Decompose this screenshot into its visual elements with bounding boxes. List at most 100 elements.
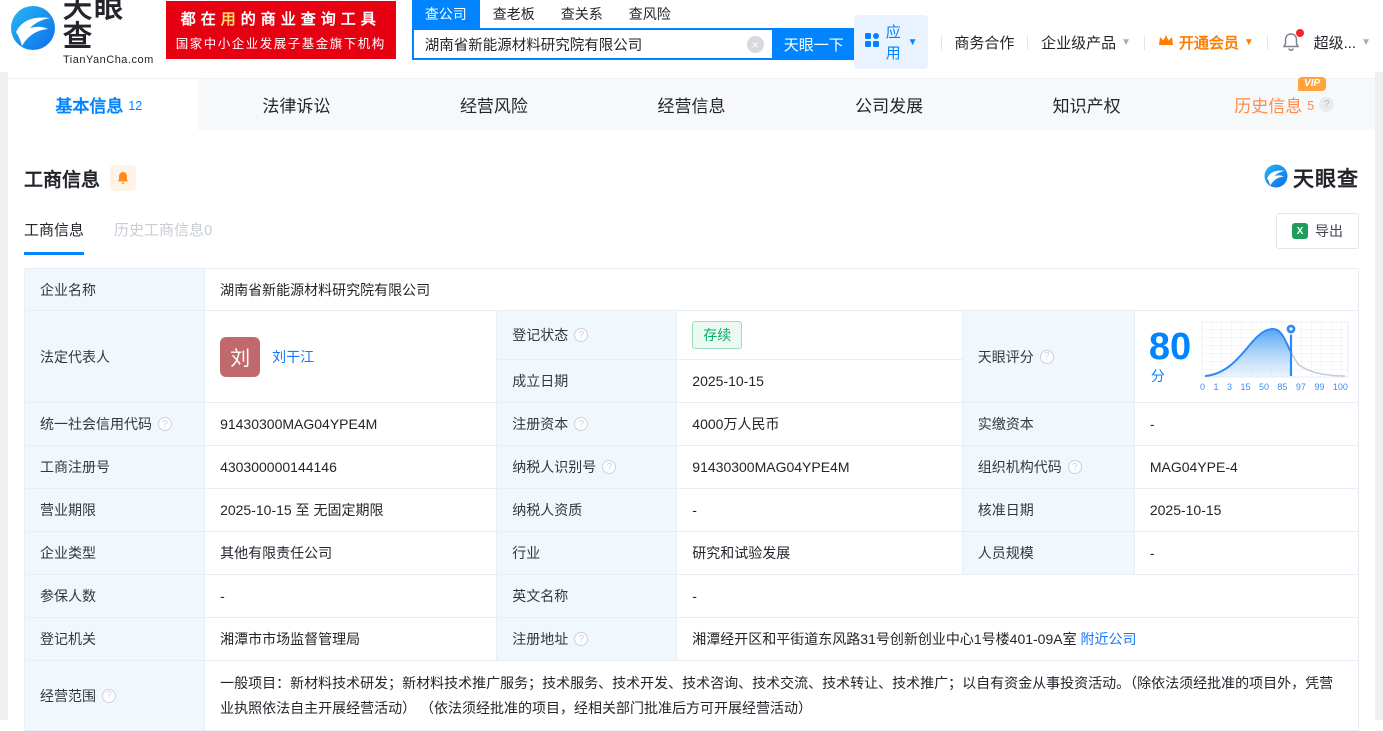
field-label: 核准日期: [961, 488, 1135, 532]
field-label: 行业: [496, 531, 678, 575]
table-row: 工商注册号 430300000144146 纳税人识别号 91430300MAG…: [23, 445, 1360, 489]
tab-company-development[interactable]: 公司发展: [790, 79, 988, 130]
industry-value: 研究和试验发展: [676, 531, 963, 575]
help-icon[interactable]: [158, 417, 172, 431]
subtab-business-info[interactable]: 工商信息: [24, 219, 85, 255]
reg-address-value: 湘潭经开区和平街道东风路31号创新创业中心1号楼401-09A室: [692, 631, 1077, 647]
table-row: 企业类型 其他有限责任公司 行业 研究和试验发展 人员规模 -: [23, 531, 1360, 575]
field-label: 企业类型: [23, 531, 206, 575]
nav-cooperation[interactable]: 商务合作: [954, 32, 1014, 53]
monitor-bell-icon[interactable]: [110, 165, 137, 191]
help-icon[interactable]: [602, 460, 617, 474]
search-tab-relation[interactable]: 查关系: [548, 0, 616, 28]
field-label: 企业名称: [23, 268, 206, 311]
field-label: 营业期限: [23, 488, 206, 532]
field-label: 工商注册号: [23, 445, 206, 489]
brand-domain: TianYanCha.com: [63, 54, 154, 66]
help-icon[interactable]: [1319, 97, 1335, 112]
nearby-companies-link[interactable]: 附近公司: [1080, 631, 1136, 647]
field-label: 注册资本: [496, 402, 678, 446]
tab-operating-risk[interactable]: 经营风险: [395, 79, 593, 130]
export-button[interactable]: 导出: [1276, 213, 1359, 249]
search-tab-boss[interactable]: 查老板: [480, 0, 548, 28]
table-row: 参保人数 - 英文名称 -: [23, 574, 1359, 618]
search-tab-company[interactable]: 查公司: [411, 0, 480, 28]
divider: [940, 34, 942, 50]
score-value: 80: [1148, 325, 1192, 368]
slogan-banner[interactable]: 都在用的商业查询工具 国家中小企业发展子基金旗下机构: [165, 1, 396, 59]
staff-size-value: -: [1133, 531, 1360, 575]
search-tab-risk[interactable]: 查风险: [616, 0, 684, 28]
status-badge: 存续: [692, 321, 743, 349]
top-header: 天眼查 TianYanCha.com 都在用的商业查询工具 国家中小企业发展子基…: [0, 0, 1383, 69]
field-label: 法定代表人: [23, 310, 206, 403]
excel-icon: [1292, 223, 1308, 239]
chevron-down-icon: [1244, 37, 1254, 48]
slogan-line2: 国家中小企业发展子基金旗下机构: [175, 37, 386, 51]
help-icon[interactable]: [102, 688, 116, 703]
field-label: 注册地址: [496, 617, 678, 661]
field-label: 统一社会信用代码: [23, 402, 206, 446]
reg-capital-value: 4000万人民币: [676, 402, 963, 446]
help-icon[interactable]: [1067, 460, 1082, 474]
field-label: 参保人数: [23, 574, 206, 618]
help-icon[interactable]: [1039, 349, 1054, 364]
score-axis-labels: 0 1 3 15 50 85 97 99 100: [1200, 382, 1348, 392]
section-watermark-logo: 天眼查: [1264, 163, 1359, 193]
divider: [1266, 34, 1268, 50]
search-input[interactable]: [411, 28, 774, 60]
tab-basic-info[interactable]: 基本信息 12: [0, 79, 198, 130]
notification-bell-icon[interactable]: [1281, 29, 1304, 52]
company-name-value: 湖南省新能源材料研究院有限公司: [204, 268, 1359, 311]
help-icon[interactable]: [574, 328, 589, 342]
company-type-value: 其他有限责任公司: [204, 531, 498, 575]
vip-badge: VIP: [1298, 77, 1327, 91]
field-label: 组织机构代码: [961, 445, 1135, 489]
score-unit: 分: [1150, 367, 1165, 384]
legal-rep-link[interactable]: 刘干江: [272, 347, 314, 367]
chevron-down-icon: [1121, 37, 1131, 48]
table-row: 企业名称 湖南省新能源材料研究院有限公司: [23, 268, 1359, 311]
tab-legal-proceedings[interactable]: 法律诉讼: [198, 79, 396, 130]
field-label: 人员规模: [961, 531, 1135, 575]
subtab-history-business-info[interactable]: 历史工商信息0: [114, 219, 212, 255]
nav-enterprise[interactable]: 企业级产品: [1041, 32, 1131, 53]
business-scope-value: 一般项目：新材料技术研发；新材料技术推广服务；技术服务、技术开发、技术咨询、技术…: [204, 660, 1359, 731]
tianyancha-logo[interactable]: 天眼查 TianYanCha.com: [10, 0, 154, 66]
search-button[interactable]: 天眼一下: [773, 28, 854, 60]
field-label: 天眼评分: [961, 310, 1135, 403]
taxpayer-quality-value: -: [676, 488, 963, 532]
reg-address-cell: 湘潭经开区和平街道东风路31号创新创业中心1号楼401-09A室 附近公司: [676, 617, 1359, 661]
field-label: 登记机关: [23, 617, 206, 661]
legal-rep-avatar[interactable]: 刘: [220, 336, 261, 377]
reg-number-value: 430300000144146: [204, 445, 498, 489]
tianyancha-swirl-icon: [1264, 164, 1288, 193]
search-clear-icon[interactable]: [746, 36, 764, 53]
help-icon[interactable]: [574, 417, 589, 431]
tab-intellectual-property[interactable]: 知识产权: [988, 79, 1186, 130]
header-nav: 应用 商务合作 企业级产品 开通会员: [853, 15, 1371, 69]
business-info-table: 企业名称 湖南省新能源材料研究院有限公司 法定代表人 刘 刘干江 登记状态 存续: [23, 268, 1360, 731]
nav-open-vip[interactable]: 开通会员: [1158, 32, 1254, 53]
notification-dot: [1295, 29, 1304, 37]
help-icon[interactable]: [574, 632, 589, 646]
apps-menu[interactable]: 应用: [853, 15, 928, 69]
tab-count: 5: [1307, 99, 1315, 113]
brand-name: 天眼查: [63, 0, 126, 53]
tab-count: 12: [128, 99, 143, 113]
tianyancha-swirl-icon: [10, 5, 56, 56]
table-row: 登记机关 湘潭市市场监督管理局 注册地址 湘潭经开区和平街道东风路31号创新创业…: [23, 617, 1359, 661]
divider: [1144, 34, 1145, 50]
reg-status-cell: 存续: [676, 310, 963, 360]
table-row: 统一社会信用代码 91430300MAG04YPE4M 注册资本 4000万人民…: [23, 402, 1360, 446]
tab-history-info[interactable]: VIP 历史信息 5: [1185, 77, 1383, 130]
field-label: 登记状态: [496, 310, 678, 360]
tab-operating-info[interactable]: 经营信息: [593, 79, 791, 130]
field-label: 英文名称: [496, 574, 678, 618]
reg-authority-value: 湘潭市市场监督管理局: [204, 617, 498, 661]
crown-icon: [1158, 33, 1174, 51]
main-content: 工商信息 天眼查 工商信息 历史工商信息0 导出: [0, 163, 1383, 731]
business-term-value: 2025-10-15 至 无固定期限: [204, 488, 498, 532]
nav-super-account[interactable]: 超级...: [1314, 32, 1371, 53]
legal-rep-cell: 刘 刘干江: [204, 310, 498, 403]
